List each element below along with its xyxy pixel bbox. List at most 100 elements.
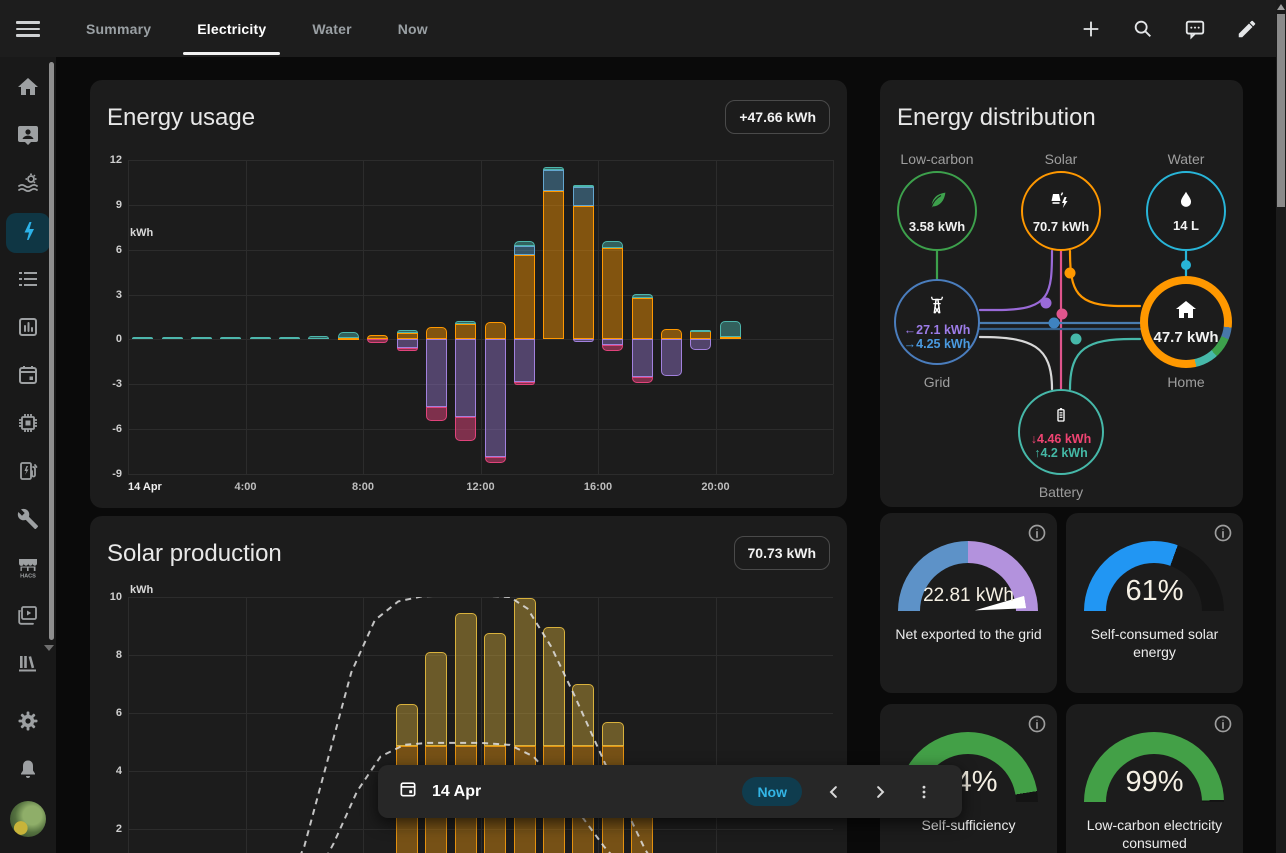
info-icon[interactable] (1027, 523, 1047, 543)
home-node[interactable]: 47.7 kWh (1140, 276, 1232, 368)
tab-now[interactable]: Now (396, 0, 430, 57)
usage-bar-segment (543, 167, 564, 170)
sidebar-item-developer-tools[interactable] (6, 501, 50, 541)
chip-icon (16, 411, 40, 440)
usage-bar-segment (485, 322, 506, 339)
gauge-label: Self-sufficiency (888, 816, 1049, 834)
gauge-value: 22.81 kWh (880, 585, 1057, 607)
usage-bar-segment (720, 337, 741, 339)
usage-bar-segment (602, 345, 623, 350)
grid-node[interactable]: ←27.1 kWh →4.25 kWh (894, 279, 980, 365)
gauge-card-low-carbon: 99% Low-carbon electricity consumed (1066, 704, 1243, 853)
energy-usage-title: Energy usage (107, 104, 255, 132)
usage-gridline (128, 474, 833, 475)
chevron-right-icon[interactable] (868, 780, 892, 804)
battery-node[interactable]: ↓4.46 kWh ↑4.2 kWh (1018, 389, 1104, 475)
usage-bar-segment (397, 348, 418, 352)
usage-y-tick-label: -6 (90, 423, 122, 435)
usage-bar-segment (543, 170, 564, 191)
assist-chat-icon[interactable] (1182, 16, 1208, 42)
usage-y-tick-label: 3 (90, 289, 122, 301)
sidebar-item-library[interactable] (6, 645, 50, 685)
usage-bar-segment (690, 330, 711, 332)
usage-gridline (598, 160, 599, 474)
usage-bar-segment (573, 185, 594, 187)
user-avatar[interactable] (10, 801, 46, 837)
info-icon[interactable] (1213, 714, 1233, 734)
tab-water[interactable]: Water (310, 0, 353, 57)
usage-bar-segment (397, 330, 418, 334)
info-icon[interactable] (1213, 523, 1233, 543)
usage-y-tick-label: -9 (90, 468, 122, 480)
date-selector[interactable]: 14 Apr (398, 779, 481, 804)
solar-y-tick-label: 6 (90, 707, 122, 719)
sidebar-scrollbar[interactable] (49, 62, 54, 640)
solar-node[interactable]: 70.7 kWh (1021, 171, 1101, 251)
main-scrollbar-thumb[interactable] (1277, 14, 1285, 207)
hacs-store-icon: HACS (15, 554, 41, 585)
sidebar-item-calendar[interactable] (6, 357, 50, 397)
usage-bar-segment (455, 417, 476, 441)
usage-bar-segment (632, 339, 653, 376)
usage-bar-segment (573, 206, 594, 339)
energy-usage-card: Energy usage +47.66 kWh kWh 129630-3-6-9… (90, 80, 847, 508)
add-icon[interactable] (1078, 16, 1104, 42)
usage-bar-segment (632, 377, 653, 383)
usage-bar-segment (485, 457, 506, 463)
gauge-card-net-exported: 22.81 kWh Net exported to the grid (880, 513, 1057, 693)
solar-power-icon (1048, 188, 1074, 217)
usage-bar-segment (690, 339, 711, 349)
usage-gridline (128, 160, 129, 474)
home-icon (16, 75, 40, 104)
main-scrollbar[interactable] (1276, 0, 1286, 853)
sidebar-item-settings[interactable] (6, 703, 50, 743)
now-button[interactable]: Now (742, 777, 802, 806)
usage-gridline (481, 160, 482, 474)
sidebar-item-history[interactable] (6, 309, 50, 349)
usage-gridline (833, 160, 834, 474)
grid-import-value: ←27.1 kWh (904, 323, 971, 337)
sidebar-item-energy[interactable] (6, 213, 50, 253)
usage-x-tick-label: 4:00 (214, 481, 278, 493)
edit-pencil-icon[interactable] (1234, 16, 1260, 42)
water-node[interactable]: 14 L (1146, 171, 1226, 251)
search-icon[interactable] (1130, 16, 1156, 42)
usage-x-tick-label: 8:00 (331, 481, 395, 493)
home-label: Home (1126, 374, 1246, 390)
sidebar-item-media[interactable] (6, 597, 50, 637)
settings-gear-icon (16, 709, 40, 738)
sidebar-item-home[interactable] (6, 69, 50, 109)
scroll-up-icon[interactable] (1277, 4, 1285, 10)
sidebar-item-notifications[interactable] (6, 751, 50, 791)
usage-bar-segment (426, 339, 447, 406)
usage-y-tick-label: 0 (90, 333, 122, 345)
chevron-left-icon[interactable] (822, 780, 846, 804)
sidebar-item-weather[interactable] (6, 165, 50, 205)
usage-chart[interactable] (128, 160, 833, 474)
usage-bar-segment (661, 339, 682, 376)
sidebar-item-hacs[interactable]: HACS (6, 549, 50, 589)
sidebar-item-todo[interactable] (6, 261, 50, 301)
tab-summary[interactable]: Summary (84, 0, 153, 57)
gauge-label: Net exported to the grid (888, 625, 1049, 643)
energy-usage-total-badge: +47.66 kWh (725, 100, 830, 134)
energy-bolt-icon (16, 219, 40, 248)
sidebar-item-devices[interactable] (6, 405, 50, 445)
usage-bar-segment (367, 339, 388, 343)
menu-hamburger-icon[interactable] (14, 17, 42, 39)
sidebar-item-ev-charger[interactable] (6, 453, 50, 493)
usage-bar-segment (485, 339, 506, 456)
info-icon[interactable] (1027, 714, 1047, 734)
low-carbon-node[interactable]: 3.58 kWh (897, 171, 977, 251)
sidebar-scroll-down-icon[interactable] (44, 645, 54, 651)
sidebar-item-account[interactable] (6, 117, 50, 157)
tab-electricity[interactable]: Electricity (195, 0, 268, 57)
usage-x-tick-label: 16:00 (566, 481, 630, 493)
energy-distribution-card: Energy distribution L (880, 80, 1243, 507)
usage-x-tick-label: 20:00 (684, 481, 748, 493)
usage-x-tick-label: 12:00 (449, 481, 513, 493)
usage-bar-segment (455, 339, 476, 417)
kebab-menu-icon[interactable] (914, 780, 934, 804)
account-badge-icon (16, 123, 40, 152)
solar-y-tick-label: 4 (90, 765, 122, 777)
